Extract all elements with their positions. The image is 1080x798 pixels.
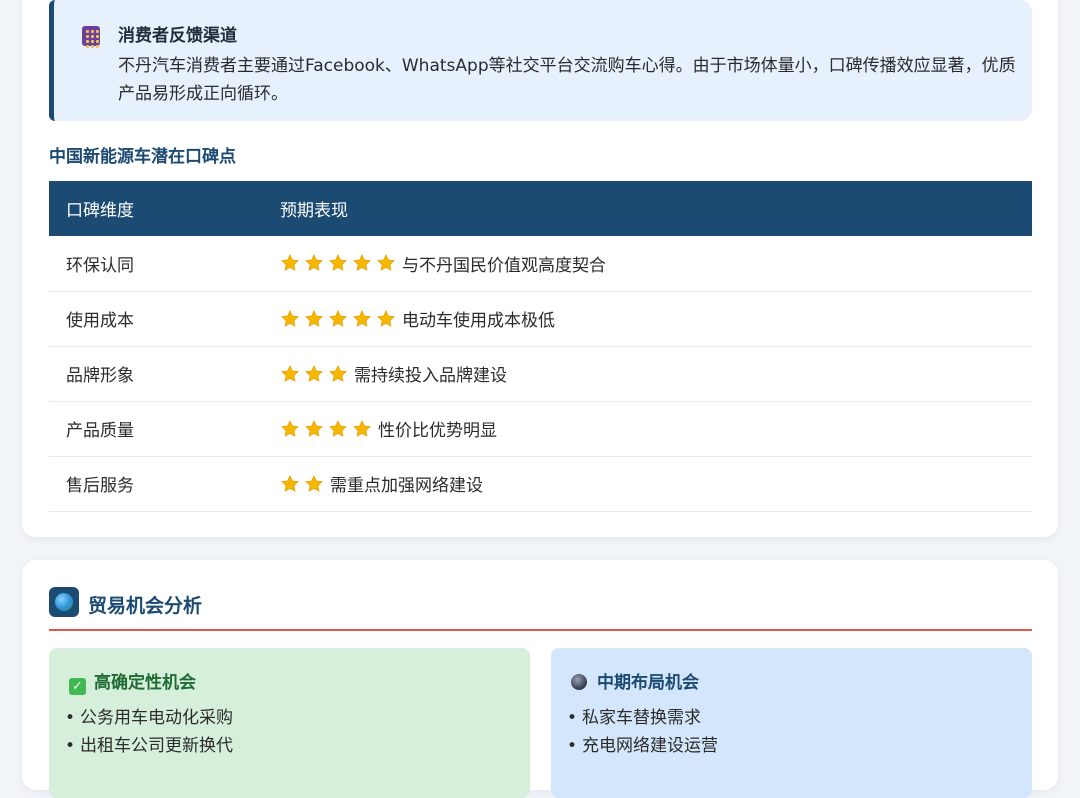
high-certainty-opportunity-box: ✓ 高确定性机会 公务用车电动化采购 出租车公司更新换代	[49, 648, 530, 798]
performance-cell: 需重点加强网络建设	[263, 456, 1032, 512]
performance-cell: 性价比优势明显	[263, 401, 1032, 457]
star-icon	[353, 419, 371, 437]
dimension-cell: 品牌形象	[49, 346, 263, 402]
abacus-icon	[82, 26, 100, 48]
list-item: 私家车替换需求	[567, 704, 718, 732]
consumer-feedback-callout: 消费者反馈渠道 不丹汽车消费者主要通过Facebook、WhatsApp等社交平…	[49, 0, 1032, 121]
table-header-row: 口碑维度 预期表现	[49, 181, 1032, 236]
star-icon	[353, 309, 371, 327]
performance-text: 性价比优势明显	[378, 421, 497, 441]
high-certainty-list: 公务用车电动化采购 出租车公司更新换代	[65, 704, 233, 760]
check-icon: ✓	[69, 678, 86, 695]
trade-title: 贸易机会分析	[88, 595, 203, 617]
star-icon	[377, 309, 395, 327]
star-icon	[281, 474, 299, 492]
star-rating	[280, 419, 372, 439]
dimension-cell: 售后服务	[49, 456, 263, 512]
star-icon	[281, 419, 299, 437]
table-row: 售后服务 需重点加强网络建设	[49, 456, 1032, 512]
list-item: 出租车公司更新换代	[65, 732, 233, 760]
mid-term-title: 中期布局机会	[571, 668, 699, 693]
reputation-subtitle: 中国新能源车潜在口碑点	[49, 147, 236, 167]
performance-text: 需持续投入品牌建设	[354, 366, 507, 386]
star-rating	[280, 474, 324, 494]
star-icon	[281, 254, 299, 272]
high-certainty-title: ✓ 高确定性机会	[69, 668, 196, 695]
callout-title: 消费者反馈渠道	[118, 26, 237, 46]
star-icon	[281, 364, 299, 382]
table-row: 品牌形象 需持续投入品牌建设	[49, 346, 1032, 402]
star-icon	[281, 309, 299, 327]
table-row: 环保认同 与不丹国民价值观高度契合	[49, 236, 1032, 292]
column-header-performance: 预期表现	[263, 181, 1032, 236]
performance-cell: 需持续投入品牌建设	[263, 346, 1032, 402]
section-divider	[49, 629, 1032, 631]
mid-term-opportunity-box: 中期布局机会 私家车替换需求 充电网络建设运营	[551, 648, 1032, 798]
dimension-cell: 环保认同	[49, 236, 263, 292]
table-row: 产品质量 性价比优势明显	[49, 401, 1032, 457]
performance-cell: 与不丹国民价值观高度契合	[263, 236, 1032, 292]
performance-text: 电动车使用成本极低	[402, 311, 555, 331]
star-icon	[329, 309, 347, 327]
star-icon	[329, 254, 347, 272]
dimension-cell: 使用成本	[49, 291, 263, 347]
list-item: 充电网络建设运营	[567, 732, 718, 760]
star-rating	[280, 253, 396, 273]
callout-text: 不丹汽车消费者主要通过Facebook、WhatsApp等社交平台交流购车心得。…	[118, 56, 1016, 104]
table-row: 使用成本 电动车使用成本极低	[49, 291, 1032, 347]
column-header-dimension: 口碑维度	[49, 181, 263, 236]
mid-term-list: 私家车替换需求 充电网络建设运营	[567, 704, 718, 760]
star-icon	[305, 254, 323, 272]
star-rating	[280, 309, 396, 329]
market-feedback-card: 消费者反馈渠道 不丹汽车消费者主要通过Facebook、WhatsApp等社交平…	[22, 0, 1058, 537]
star-icon	[305, 309, 323, 327]
high-certainty-label: 高确定性机会	[94, 673, 196, 693]
star-icon	[353, 254, 371, 272]
star-icon	[377, 254, 395, 272]
star-icon	[305, 474, 323, 492]
star-rating	[280, 364, 348, 384]
star-icon	[305, 419, 323, 437]
crystal-ball-icon	[571, 674, 587, 690]
trade-opportunity-card: 贸易机会分析 ✓ 高确定性机会 公务用车电动化采购 出租车公司更新换代 中期布局机…	[22, 560, 1058, 798]
performance-cell: 电动车使用成本极低	[263, 291, 1032, 347]
performance-text: 需重点加强网络建设	[330, 476, 483, 496]
globe-icon	[49, 587, 79, 617]
performance-text: 与不丹国民价值观高度契合	[402, 255, 606, 276]
star-icon	[305, 364, 323, 382]
star-icon	[329, 419, 347, 437]
mid-term-label: 中期布局机会	[597, 673, 699, 693]
star-icon	[329, 364, 347, 382]
list-item: 公务用车电动化采购	[65, 704, 233, 732]
reputation-table: 口碑维度 预期表现 环保认同 与不丹国民价值观高度契合使用成本 电动车使用成本极低品…	[49, 181, 1032, 512]
dimension-cell: 产品质量	[49, 401, 263, 457]
